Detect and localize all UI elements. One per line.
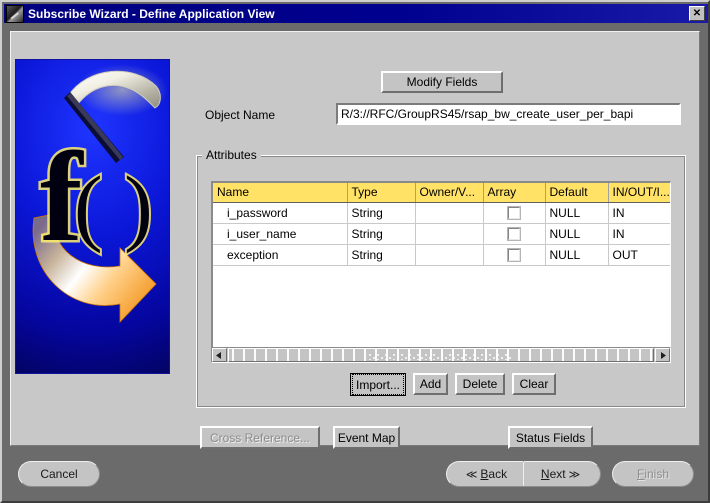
delete-button[interactable]: Delete — [455, 373, 505, 395]
next-button[interactable]: Next ≫ — [523, 461, 601, 487]
table-header-row: Name Type Owner/V... Array Default IN/OU… — [213, 183, 670, 203]
column-header-owner[interactable]: Owner/V... — [415, 183, 484, 203]
column-header-default[interactable]: Default — [545, 183, 609, 203]
cell-owner — [415, 244, 484, 266]
column-header-type[interactable]: Type — [347, 183, 416, 203]
cell-default: NULL — [545, 202, 609, 224]
array-checkbox[interactable] — [507, 227, 521, 242]
clear-button[interactable]: Clear — [512, 373, 556, 395]
cell-inout: IN — [608, 202, 670, 224]
attributes-group-label: Attributes — [202, 148, 261, 162]
window-title: Subscribe Wizard - Define Application Vi… — [28, 6, 275, 21]
cell-default: NULL — [545, 223, 609, 245]
next-chevron-icon: ≫ — [568, 468, 581, 481]
cross-reference-button: Cross Reference... — [200, 426, 320, 449]
table-row[interactable]: exception String NULL OUT — [213, 244, 670, 266]
cell-inout: OUT — [608, 244, 670, 266]
table-row[interactable]: i_user_name String NULL IN — [213, 223, 670, 245]
back-button[interactable]: ≪ Back — [446, 461, 524, 487]
cell-name: i_user_name — [213, 223, 348, 245]
modify-fields-button[interactable]: Modify Fields — [381, 71, 503, 93]
event-map-button[interactable]: Event Map — [333, 426, 400, 449]
cell-type: String — [347, 202, 416, 224]
column-header-inout[interactable]: IN/OUT/I... — [608, 183, 670, 203]
object-name-label: Object Name — [205, 108, 276, 122]
cell-inout: IN — [608, 223, 670, 245]
close-icon[interactable]: ✕ — [689, 6, 705, 21]
title-bar: Subscribe Wizard - Define Application Vi… — [4, 4, 708, 23]
next-label: ext — [549, 467, 566, 481]
cell-array — [483, 202, 546, 224]
table-action-buttons: Import... Add Delete Clear — [350, 373, 556, 396]
cell-type: String — [347, 223, 416, 245]
svg-text:( ): ( ) — [74, 158, 153, 254]
scrollbar-thumb[interactable] — [228, 348, 654, 362]
wizard-wand-icon — [6, 4, 24, 23]
left-arrow-icon[interactable] — [212, 348, 227, 362]
cell-name: exception — [213, 244, 348, 266]
import-button[interactable]: Import... — [350, 373, 406, 396]
finish-mnemonic: F — [636, 467, 645, 481]
cell-default: NULL — [545, 244, 609, 266]
wizard-button-bar: Cancel ≪ Back Next ≫ Finish — [4, 450, 708, 501]
array-checkbox[interactable] — [507, 206, 521, 221]
back-label: ack — [488, 467, 508, 481]
finish-label: inish — [644, 467, 670, 481]
table-horizontal-scrollbar[interactable] — [211, 347, 671, 363]
dialog-window: Subscribe Wizard - Define Application Vi… — [0, 0, 710, 503]
column-header-name[interactable]: Name — [213, 183, 348, 203]
attributes-table: Name Type Owner/V... Array Default IN/OU… — [213, 183, 670, 266]
wizard-nav-group: ≪ Back Next ≫ — [446, 461, 601, 487]
add-button[interactable]: Add — [413, 373, 448, 395]
cell-array — [483, 244, 546, 266]
cell-owner — [415, 223, 484, 245]
back-mnemonic: B — [480, 467, 489, 481]
cell-array — [483, 223, 546, 245]
right-arrow-icon[interactable] — [655, 348, 670, 362]
import-button-label: Import... — [352, 374, 404, 395]
finish-button: Finish — [612, 461, 694, 487]
back-chevron-icon: ≪ — [465, 468, 478, 481]
column-header-array[interactable]: Array — [483, 183, 546, 203]
cell-owner — [415, 202, 484, 224]
window-controls: ✕ — [689, 6, 705, 21]
cancel-button[interactable]: Cancel — [18, 461, 100, 487]
cell-name: i_password — [213, 202, 348, 224]
status-fields-button[interactable]: Status Fields — [508, 426, 593, 449]
object-name-input[interactable] — [336, 103, 681, 125]
cell-type: String — [347, 244, 416, 266]
banner-graphic: f f ( ) ( ) — [32, 64, 168, 324]
attributes-table-container: Name Type Owner/V... Array Default IN/OU… — [211, 181, 671, 351]
wizard-banner-image: f f ( ) ( ) — [15, 59, 170, 374]
table-row[interactable]: i_password String NULL IN — [213, 202, 670, 224]
dialog-content: f f ( ) ( ) Modify Fields Object Name At… — [10, 31, 700, 449]
next-mnemonic: N — [540, 467, 550, 481]
array-checkbox[interactable] — [507, 248, 521, 263]
